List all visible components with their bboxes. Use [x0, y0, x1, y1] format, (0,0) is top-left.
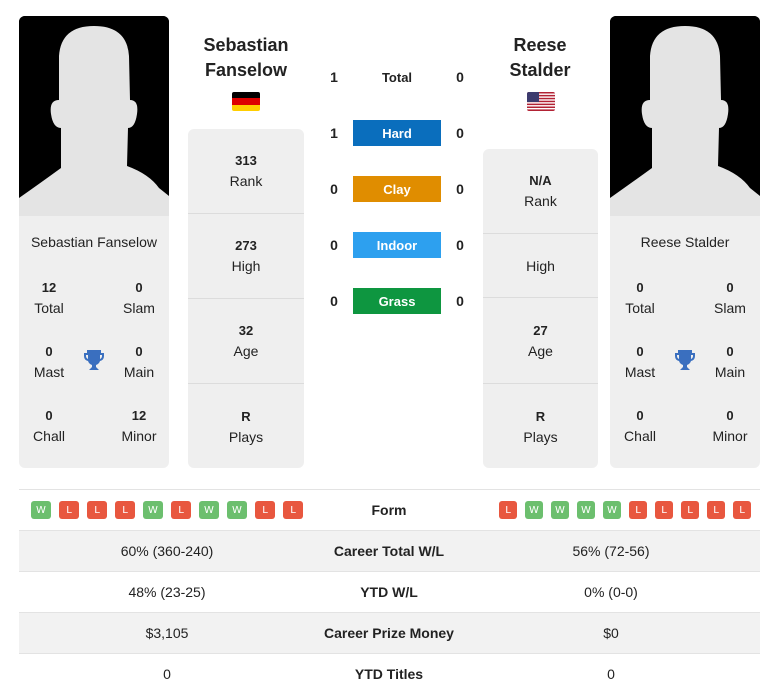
- form-badge-loss[interactable]: L: [733, 501, 751, 519]
- right-titles-main: 0 Main: [714, 344, 746, 380]
- left-player-title[interactable]: Sebastian Fanselow: [186, 33, 306, 83]
- form-badge-loss[interactable]: L: [629, 501, 647, 519]
- left-player-name: Sebastian Fanselow: [30, 234, 158, 250]
- right-titles-slam: 0 Slam: [714, 280, 746, 316]
- right-age: 27 Age: [483, 299, 598, 384]
- surface-grass-button[interactable]: Grass: [353, 288, 441, 314]
- left-titles-mast: 0 Mast: [33, 344, 65, 380]
- right-player-photo: [610, 16, 760, 216]
- right-titles-chall: 0 Chall: [624, 408, 656, 444]
- germany-flag-icon: [232, 92, 260, 111]
- table-row: 60% (360-240) Career Total W/L 56% (72-5…: [19, 530, 760, 571]
- left-titles-minor: 12 Minor: [121, 408, 157, 444]
- left-plays: R Plays: [228, 408, 264, 445]
- form-badge-loss[interactable]: L: [283, 501, 303, 519]
- left-age: 32 Age: [188, 299, 304, 384]
- surface-indoor-button[interactable]: Indoor: [353, 232, 441, 258]
- usa-flag-icon: [527, 92, 555, 111]
- left-titles-total: 12 Total: [34, 280, 64, 316]
- right-titles-mast: 0 Mast: [624, 344, 656, 380]
- form-badge-win[interactable]: W: [525, 501, 543, 519]
- form-badge-loss[interactable]: L: [171, 501, 191, 519]
- table-row: 48% (23-25) YTD W/L 0% (0-0): [19, 571, 760, 612]
- h2h-row-clay: 0 Clay 0: [324, 176, 470, 202]
- right-player-name: Reese Stalder: [640, 234, 730, 250]
- player-silhouette-icon: [19, 16, 169, 216]
- h2h-row-hard: 1 Hard 0: [324, 120, 470, 146]
- h2h-row-total: 1 Total 0: [324, 64, 470, 90]
- h2h-row-grass: 0 Grass 0: [324, 288, 470, 314]
- form-badge-win[interactable]: W: [227, 501, 247, 519]
- form-badge-win[interactable]: W: [143, 501, 163, 519]
- form-badge-win[interactable]: W: [551, 501, 569, 519]
- form-badge-win[interactable]: W: [603, 501, 621, 519]
- form-badge-loss[interactable]: L: [707, 501, 725, 519]
- form-badge-win[interactable]: W: [31, 501, 51, 519]
- form-badge-win[interactable]: W: [199, 501, 219, 519]
- right-stats-column: N/A Rank High 27 Age R Plays: [483, 149, 598, 468]
- form-badge-loss[interactable]: L: [681, 501, 699, 519]
- h2h-row-indoor: 0 Indoor 0: [324, 232, 470, 258]
- form-badge-loss[interactable]: L: [255, 501, 275, 519]
- table-row: 0 YTD Titles 0: [19, 653, 760, 694]
- right-titles-minor: 0 Minor: [712, 408, 748, 444]
- player-silhouette-icon: [610, 16, 760, 216]
- left-high: 273 High: [188, 214, 304, 299]
- left-rank: 313 Rank: [188, 129, 304, 214]
- right-high: High: [483, 234, 598, 298]
- table-row: $3,105 Career Prize Money $0: [19, 612, 760, 653]
- right-player-card: Reese Stalder 0 Total 0 Slam 0 Mast 0 Main 0…: [610, 216, 760, 468]
- left-titles-chall: 0 Chall: [33, 408, 65, 444]
- left-form: WLLLWLWWLL: [19, 501, 315, 519]
- trophy-icon: [673, 348, 697, 377]
- left-player-card: Sebastian Fanselow 12 Total 0 Slam 0 Mast 0…: [19, 216, 169, 468]
- right-plays: R Plays: [523, 408, 558, 445]
- form-badge-loss[interactable]: L: [499, 501, 517, 519]
- right-titles-total: 0 Total: [625, 280, 655, 316]
- form-badge-loss[interactable]: L: [87, 501, 107, 519]
- form-row: WLLLWLWWLL Form LWWWWLLLLL: [19, 489, 760, 530]
- right-player-title[interactable]: Reese Stalder: [480, 33, 600, 83]
- right-rank: N/A Rank: [483, 149, 598, 234]
- surface-total: Total: [381, 69, 413, 85]
- left-stats-column: 313 Rank 273 High 32 Age R Plays: [188, 129, 304, 468]
- left-player-photo: [19, 16, 169, 216]
- form-badge-loss[interactable]: L: [115, 501, 135, 519]
- left-titles-main: 0 Main: [123, 344, 155, 380]
- surface-hard-button[interactable]: Hard: [353, 120, 441, 146]
- right-form: LWWWWLLLLL: [463, 501, 759, 519]
- trophy-icon: [82, 348, 106, 377]
- left-titles-slam: 0 Slam: [123, 280, 155, 316]
- form-label: Form: [371, 502, 407, 518]
- form-badge-loss[interactable]: L: [655, 501, 673, 519]
- form-badge-loss[interactable]: L: [59, 501, 79, 519]
- surface-clay-button[interactable]: Clay: [353, 176, 441, 202]
- form-badge-win[interactable]: W: [577, 501, 595, 519]
